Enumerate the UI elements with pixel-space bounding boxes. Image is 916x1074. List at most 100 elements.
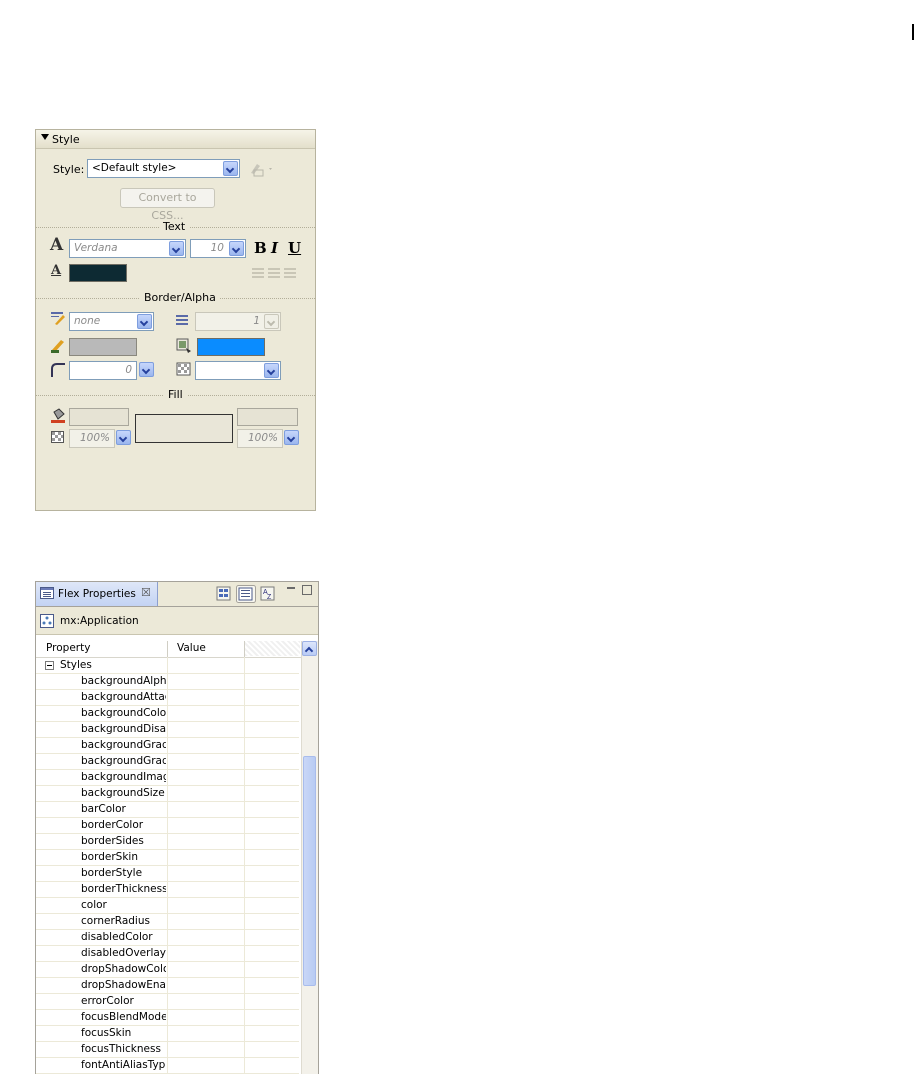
property-value[interactable] xyxy=(169,690,243,705)
property-value[interactable] xyxy=(169,1026,243,1041)
fill-color-right-swatch[interactable] xyxy=(237,408,298,426)
italic-button[interactable]: I xyxy=(271,239,278,257)
text-section-label: Text xyxy=(159,220,190,233)
property-name: borderSkin xyxy=(81,851,138,863)
chevron-down-icon[interactable] xyxy=(229,241,244,256)
property-value[interactable] xyxy=(169,722,243,737)
style-section-title: Style xyxy=(52,133,80,146)
property-value[interactable] xyxy=(169,898,243,913)
fill-alpha-left-field[interactable]: 100% xyxy=(69,429,115,448)
property-value[interactable] xyxy=(169,946,243,961)
fill-color-left-swatch[interactable] xyxy=(69,408,129,426)
chevron-down-icon[interactable] xyxy=(284,430,299,445)
maximize-icon[interactable] xyxy=(302,585,312,595)
property-value[interactable] xyxy=(169,1058,243,1073)
property-name: backgroundAttach xyxy=(81,691,166,703)
standard-view-icon[interactable] xyxy=(216,586,232,602)
property-name: dropShadowEnabl xyxy=(81,979,166,991)
header-filler xyxy=(245,641,300,656)
category-view-icon[interactable] xyxy=(236,585,256,603)
chevron-down-icon[interactable] xyxy=(264,314,279,329)
column-divider[interactable] xyxy=(167,641,168,657)
property-value[interactable] xyxy=(169,770,243,785)
properties-icon xyxy=(40,587,54,599)
property-value[interactable] xyxy=(169,866,243,881)
col-value[interactable]: Value xyxy=(177,642,206,654)
manage-styles-icon[interactable] xyxy=(248,161,276,177)
fill-alpha-right-dropdown[interactable] xyxy=(283,429,300,448)
property-value[interactable] xyxy=(169,674,243,689)
border-thickness-icon xyxy=(176,315,188,325)
fill-alpha-left-dropdown[interactable] xyxy=(115,429,132,448)
property-value[interactable] xyxy=(169,786,243,801)
chevron-down-icon[interactable] xyxy=(139,362,154,377)
style-section-header[interactable]: Style xyxy=(36,130,315,149)
corner-radius-field[interactable]: 0 xyxy=(69,361,137,380)
property-name: backgroundDisable xyxy=(81,723,166,735)
property-name: disabledColor xyxy=(81,931,153,943)
property-name: errorColor xyxy=(81,995,134,1007)
property-name: disabledOverlayAl xyxy=(81,947,166,959)
property-value[interactable] xyxy=(169,994,243,1009)
theme-color-icon xyxy=(176,338,191,353)
fill-alpha-right-field[interactable]: 100% xyxy=(237,429,283,448)
alphabetical-sort-icon[interactable]: A Z xyxy=(260,586,276,602)
column-line xyxy=(244,657,245,1074)
border-section-label: Border/Alpha xyxy=(140,291,220,304)
property-value[interactable] xyxy=(169,1010,243,1025)
close-icon[interactable]: ☒ xyxy=(141,586,151,599)
property-value[interactable] xyxy=(169,882,243,897)
minimize-icon[interactable] xyxy=(287,587,295,589)
property-value[interactable] xyxy=(169,738,243,753)
border-style-dropdown[interactable]: none xyxy=(69,312,154,331)
property-value[interactable] xyxy=(169,754,243,769)
property-name: focusThickness xyxy=(81,1043,161,1055)
corner-mark xyxy=(912,24,914,40)
collapse-icon[interactable] xyxy=(45,661,54,670)
property-table-header: Property Value xyxy=(36,641,302,658)
style-panel: Style Style: <Default style> Convert to … xyxy=(35,129,316,511)
property-name: color xyxy=(81,899,107,911)
chevron-down-icon[interactable] xyxy=(223,161,238,176)
property-name: borderSides xyxy=(81,835,144,847)
font-dropdown[interactable]: Verdana xyxy=(69,239,186,258)
border-color-swatch[interactable] xyxy=(69,338,137,356)
collapse-triangle-icon[interactable] xyxy=(41,134,49,140)
font-size-dropdown[interactable]: 10 xyxy=(190,239,246,258)
property-value[interactable] xyxy=(169,802,243,817)
property-value[interactable] xyxy=(169,978,243,993)
chevron-down-icon[interactable] xyxy=(264,363,279,378)
convert-to-css-button[interactable]: Convert to CSS... xyxy=(120,188,215,222)
border-thickness-field[interactable]: 1 xyxy=(195,312,281,331)
property-value[interactable] xyxy=(169,818,243,833)
text-align-icons[interactable] xyxy=(252,268,300,278)
vertical-scrollbar[interactable] xyxy=(301,641,318,1074)
chevron-down-icon[interactable] xyxy=(137,314,152,329)
scroll-thumb[interactable] xyxy=(303,756,316,986)
text-color-swatch[interactable] xyxy=(69,264,127,282)
property-name: backgroundGradie xyxy=(81,739,166,751)
chevron-down-icon[interactable] xyxy=(116,430,131,445)
border-thickness-value: 1 xyxy=(253,315,260,327)
theme-color-swatch[interactable] xyxy=(197,338,265,356)
panel-tab-bar: Flex Properties ☒ A Z xyxy=(36,582,318,607)
underline-button[interactable]: U xyxy=(288,239,301,257)
property-value[interactable] xyxy=(169,930,243,945)
property-value[interactable] xyxy=(169,1042,243,1057)
tab-flex-properties[interactable]: Flex Properties ☒ xyxy=(36,582,158,606)
alpha-icon xyxy=(176,362,191,376)
property-name: cornerRadius xyxy=(81,915,150,927)
property-value[interactable] xyxy=(169,962,243,977)
property-value[interactable] xyxy=(169,706,243,721)
property-value[interactable] xyxy=(169,914,243,929)
scroll-up-button[interactable] xyxy=(302,641,317,656)
property-value[interactable] xyxy=(169,834,243,849)
style-dropdown[interactable]: <Default style> xyxy=(87,159,240,178)
corner-radius-stepper[interactable] xyxy=(138,361,155,380)
bold-button[interactable]: B xyxy=(254,239,267,257)
property-value[interactable] xyxy=(169,850,243,865)
alpha-dropdown[interactable] xyxy=(195,361,281,380)
chevron-down-icon[interactable] xyxy=(169,241,184,256)
property-name: borderThickness xyxy=(81,883,166,895)
col-property[interactable]: Property xyxy=(46,642,90,654)
